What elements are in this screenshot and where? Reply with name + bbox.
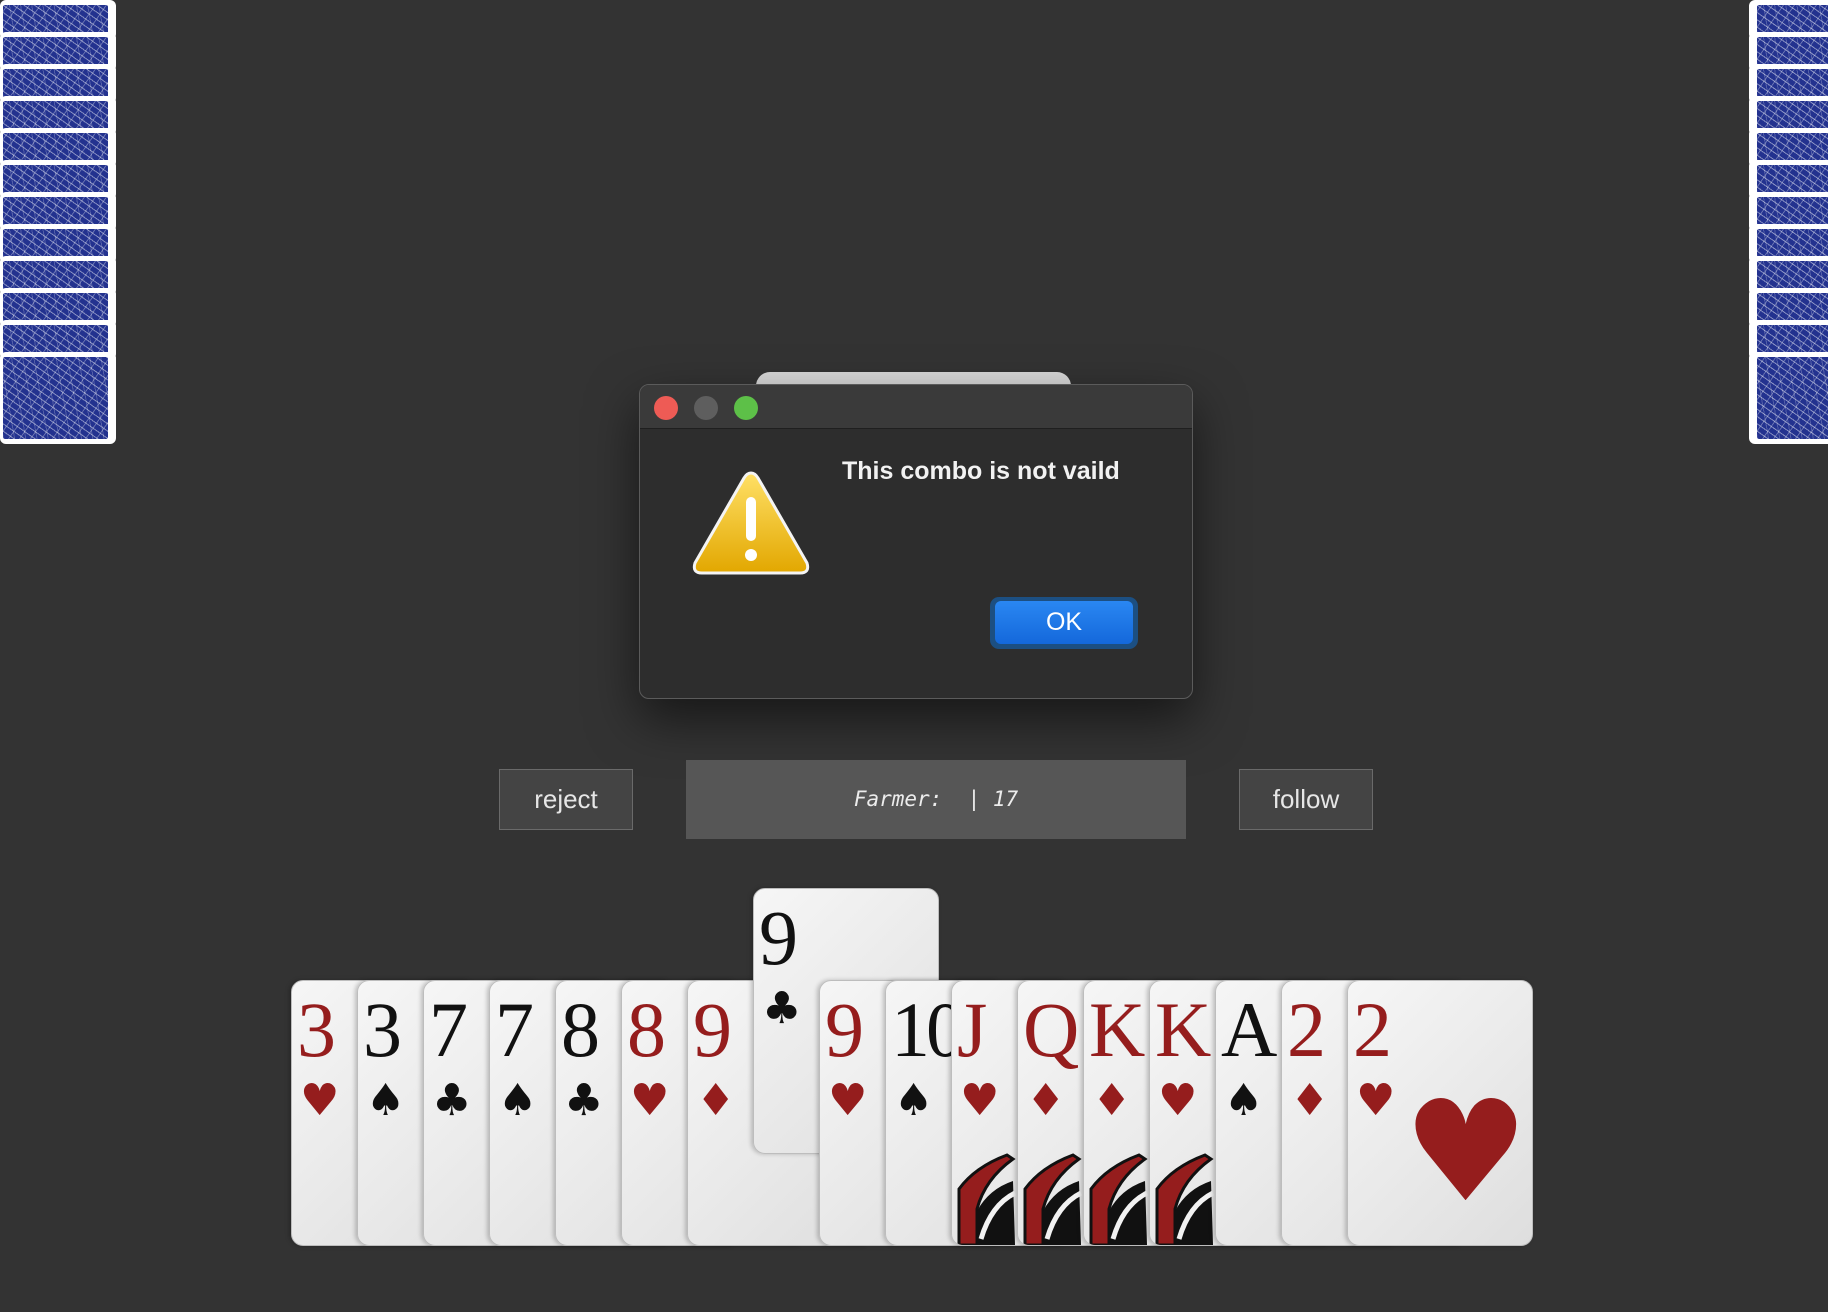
zoom-window-button[interactable] (734, 396, 758, 420)
card-back (0, 352, 116, 444)
card-rank: J (957, 986, 987, 1073)
card-back-pattern (3, 229, 108, 259)
card-rank: A (1221, 986, 1277, 1073)
card-back-pattern (3, 261, 108, 291)
hand-card[interactable]: 2 ♥ ♥ (1347, 980, 1533, 1246)
card-back-pattern (3, 165, 108, 195)
card-rank: 2 (1287, 986, 1326, 1073)
card-back-pattern (3, 325, 108, 355)
dialog-message: This combo is not vaild (842, 457, 1120, 485)
card-suit-icon: ♣ (564, 1075, 604, 1126)
card-back-pattern (1757, 357, 1828, 439)
card-rank: 3 (297, 986, 336, 1073)
card-back-pattern (1757, 69, 1828, 99)
card-back-pattern (3, 69, 108, 99)
alert-dialog: This combo is not vaild OK (639, 384, 1193, 699)
card-rank: 7 (429, 986, 468, 1073)
card-rank: K (1155, 986, 1211, 1073)
face-card-art (1023, 1153, 1083, 1245)
card-rank: 9 (825, 986, 864, 1073)
card-back-pattern (1757, 325, 1828, 355)
card-suit-icon: ♠ (1224, 1075, 1264, 1126)
card-rank: 9 (693, 986, 732, 1073)
reject-button[interactable]: reject (499, 769, 633, 830)
dialog-titlebar (640, 385, 1192, 429)
card-back-pattern (1757, 37, 1828, 67)
card-suit-icon: ♠ (366, 1075, 406, 1126)
card-rank: Q (1023, 986, 1079, 1073)
card-suit-icon: ♥ (300, 1075, 340, 1126)
card-suit-icon: ♣ (762, 983, 802, 1034)
card-back-pattern (3, 357, 108, 439)
card-back-pattern (3, 101, 108, 131)
card-back-pattern (1757, 5, 1828, 35)
card-back-pattern (1757, 197, 1828, 227)
card-rank: 8 (561, 986, 600, 1073)
warning-icon (692, 471, 810, 575)
card-rank: 8 (627, 986, 666, 1073)
card-suit-icon: ♥ (1356, 1075, 1396, 1126)
card-rank: 9 (759, 894, 798, 981)
close-window-button[interactable] (654, 396, 678, 420)
card-center-suit-icon: ♥ (1403, 1071, 1529, 1234)
card-suit-icon: ♦ (1092, 1075, 1132, 1126)
card-back-pattern (3, 293, 108, 323)
card-back-pattern (3, 133, 108, 163)
card-back-pattern (1757, 261, 1828, 291)
face-card-art (957, 1153, 1017, 1245)
card-suit-icon: ♠ (894, 1075, 934, 1126)
card-suit-icon: ♥ (960, 1075, 1000, 1126)
card-suit-icon: ♠ (498, 1075, 538, 1126)
card-suit-icon: ♣ (432, 1075, 472, 1126)
card-back-pattern (1757, 293, 1828, 323)
card-suit-icon: ♥ (630, 1075, 670, 1126)
ok-button[interactable]: OK (995, 601, 1133, 644)
face-card-art (1155, 1153, 1215, 1245)
card-back (1749, 352, 1828, 444)
card-back-pattern (1757, 133, 1828, 163)
minimize-window-button[interactable] (694, 396, 718, 420)
card-back-pattern (1757, 101, 1828, 131)
card-suit-icon: ♥ (828, 1075, 868, 1126)
card-back-pattern (3, 5, 108, 35)
card-rank: 2 (1353, 986, 1392, 1073)
card-rank: 7 (495, 986, 534, 1073)
card-back-pattern (3, 197, 108, 227)
card-back-pattern (1757, 229, 1828, 259)
card-suit-icon: ♥ (1158, 1075, 1198, 1126)
card-suit-icon: ♦ (1026, 1075, 1066, 1126)
face-card-art (1089, 1153, 1149, 1245)
status-panel: Farmer: | 17 (686, 760, 1186, 839)
card-suit-icon: ♦ (696, 1075, 736, 1126)
card-suit-icon: ♦ (1290, 1075, 1330, 1126)
card-rank: K (1089, 986, 1145, 1073)
card-back-pattern (1757, 165, 1828, 195)
card-back-pattern (3, 37, 108, 67)
follow-button[interactable]: follow (1239, 769, 1373, 830)
card-rank: 3 (363, 986, 402, 1073)
